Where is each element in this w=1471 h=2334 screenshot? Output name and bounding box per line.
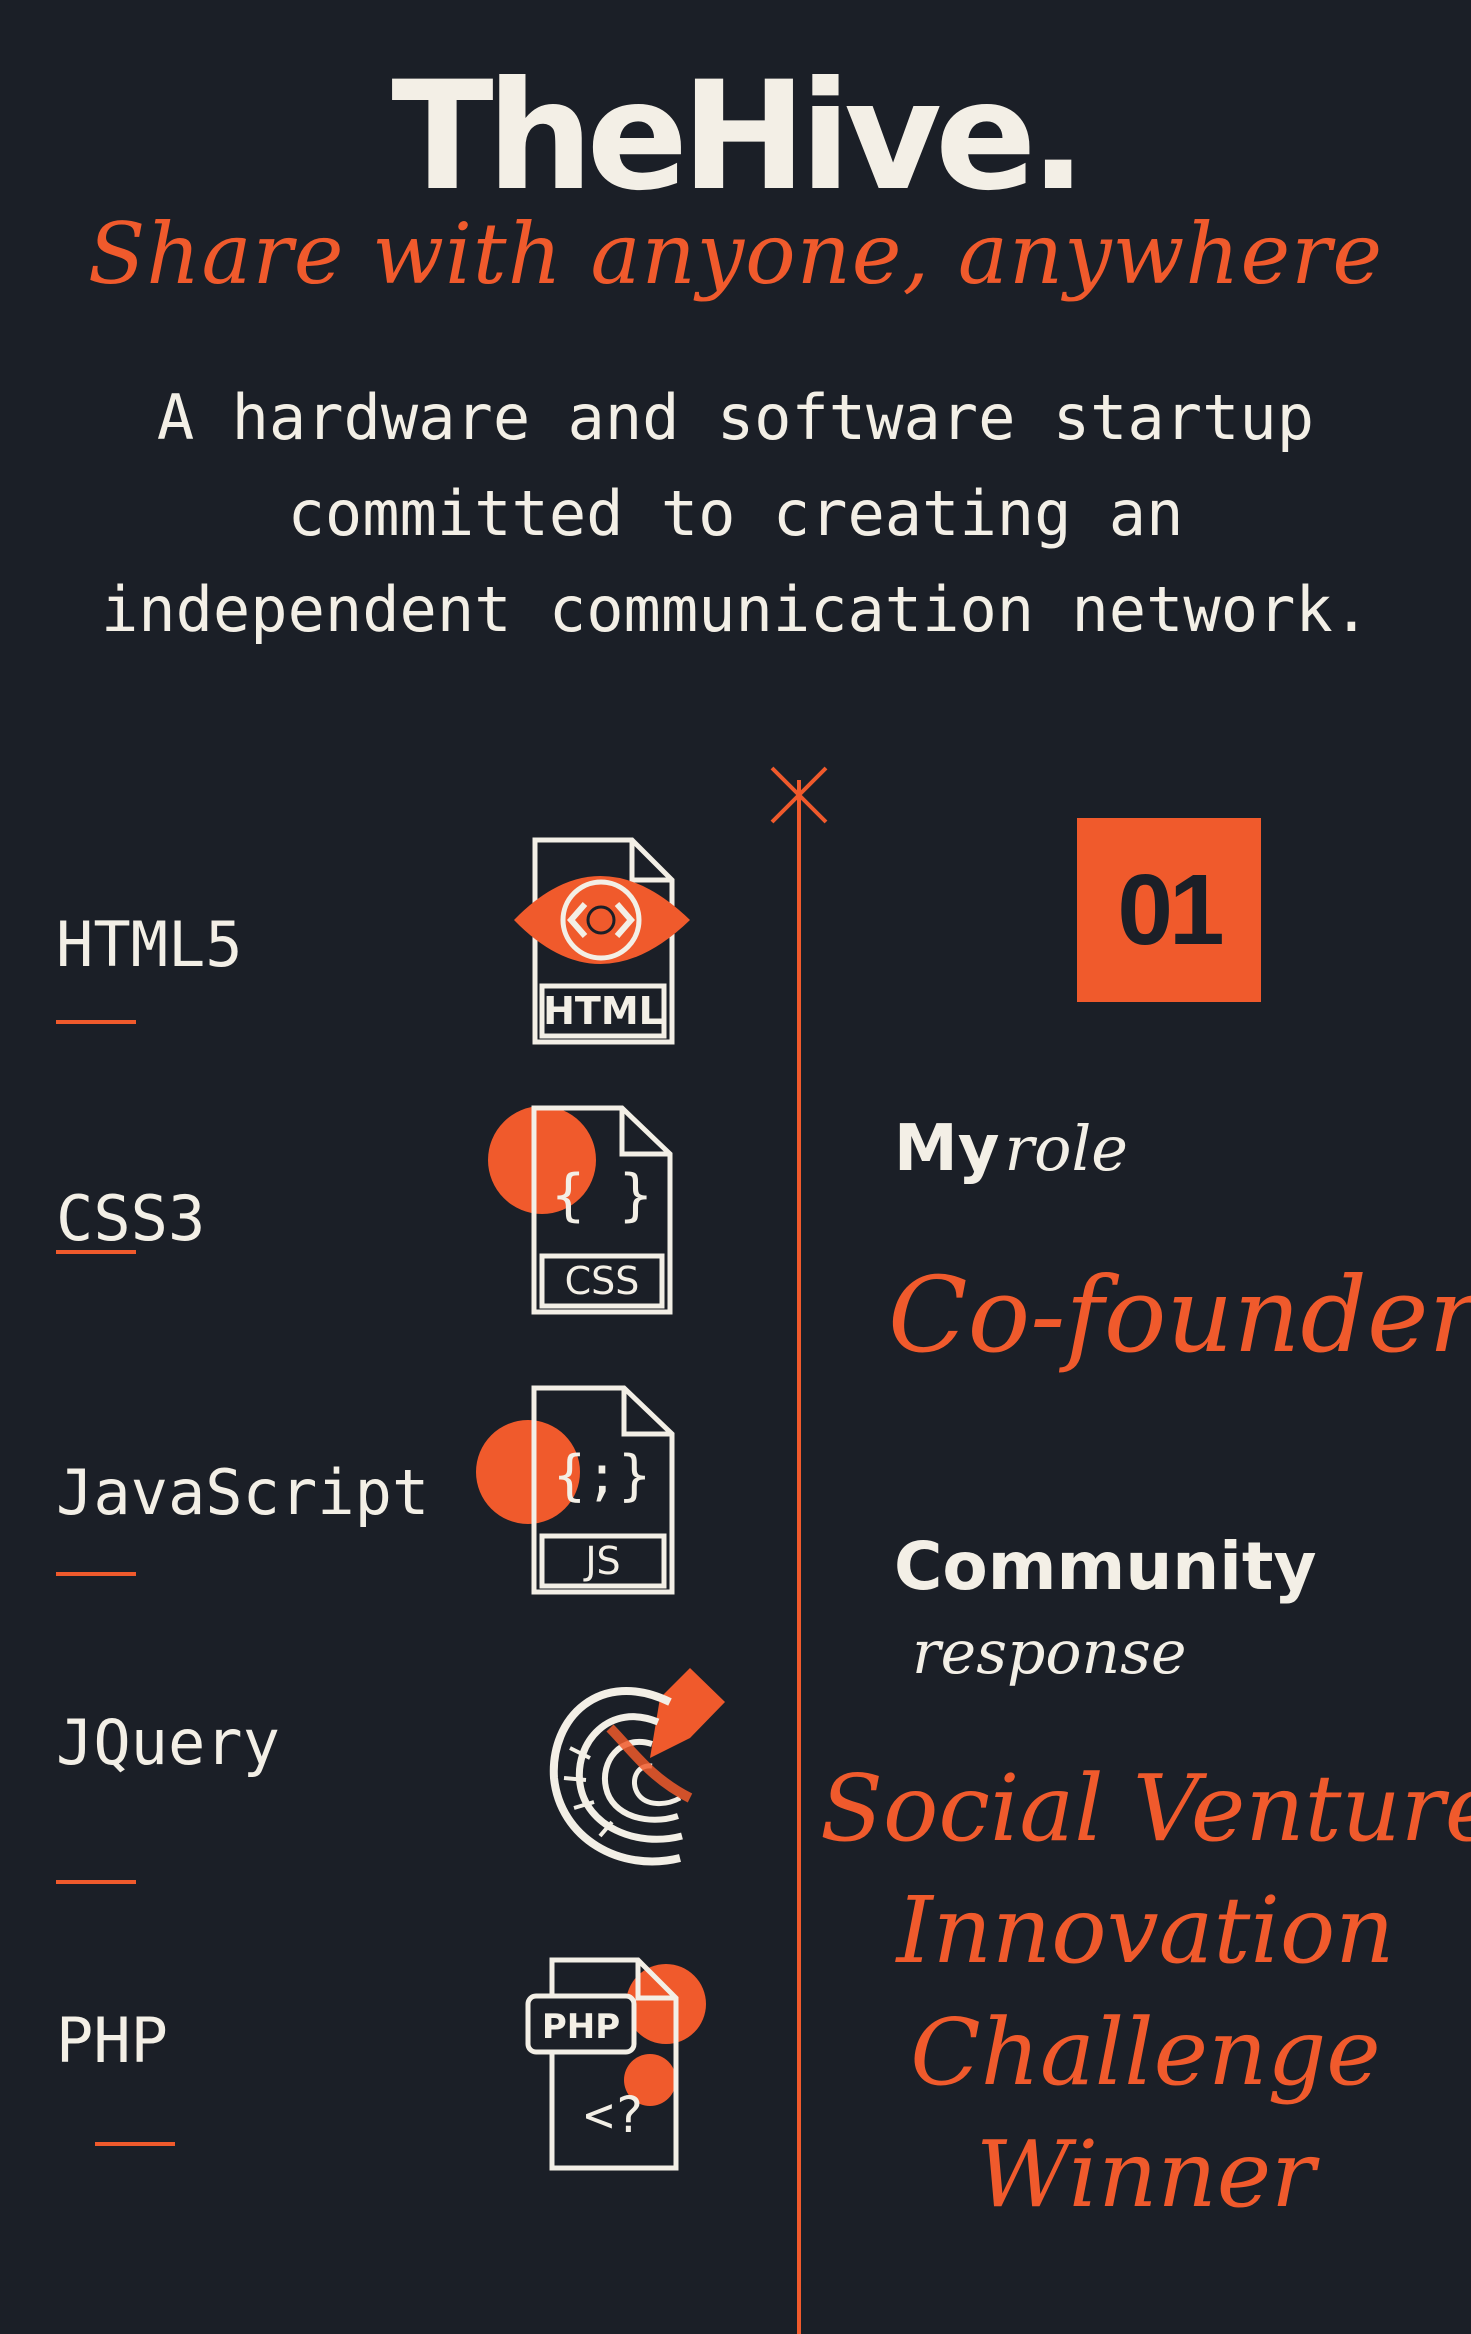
skill-divider: [56, 1020, 136, 1024]
award-text: Social Venture Innovation Challenge Winn…: [820, 1748, 1471, 2236]
description: A hardware and software startup committe…: [0, 370, 1471, 658]
css-icon-text: CSS: [565, 1259, 640, 1303]
skill-label-css3: CSS3: [56, 1182, 206, 1255]
role-heading-bold: My: [894, 1112, 1000, 1186]
skill-label-php: PHP: [56, 2004, 168, 2077]
award-line: Social Venture: [820, 1755, 1471, 1862]
html-file-icon: HTML: [512, 836, 692, 1050]
php-file-icon: PHP <?: [522, 1956, 712, 2176]
skill-label-javascript: JavaScript: [56, 1456, 430, 1529]
award-line: Winner: [975, 2121, 1316, 2228]
description-line: committed to creating an: [287, 477, 1184, 550]
award-line: Innovation: [896, 1877, 1395, 1984]
description-line: A hardware and software startup: [156, 381, 1315, 454]
community-heading: Community: [894, 1528, 1317, 1605]
js-icon-text: JS: [583, 1539, 620, 1583]
description-line: independent communication network.: [100, 573, 1371, 646]
js-file-icon: {;} JS: [476, 1384, 676, 1600]
skill-divider: [95, 2142, 175, 2146]
project-number-badge: 01: [1077, 818, 1261, 1002]
svg-text:{ }: { }: [551, 1163, 652, 1228]
php-icon-text: PHP: [542, 2007, 620, 2047]
role-heading-script: role: [1004, 1112, 1129, 1185]
svg-text:<?: <?: [584, 2086, 644, 2144]
community-heading-script: response: [912, 1618, 1187, 1688]
skill-divider: [56, 1250, 136, 1254]
skill-divider: [56, 1880, 136, 1884]
role-value: Co-founder: [888, 1254, 1471, 1376]
tagline: Share with anyone, anywhere: [87, 205, 1384, 303]
jquery-icon: [540, 1658, 730, 1872]
skill-label-jquery: JQuery: [56, 1706, 280, 1779]
timeline-x-mark-icon: [770, 766, 828, 824]
html-icon-text: HTML: [543, 989, 663, 1033]
role-heading: My role: [894, 1112, 1128, 1186]
skill-divider: [56, 1572, 136, 1576]
svg-text:{;}: {;}: [553, 1444, 651, 1507]
award-line: Challenge: [910, 1999, 1381, 2106]
page-title: TheHive.: [391, 50, 1086, 224]
timeline-line: [797, 780, 801, 2334]
css-file-icon: { } CSS: [488, 1104, 678, 1320]
skill-label-html5: HTML5: [56, 908, 243, 981]
